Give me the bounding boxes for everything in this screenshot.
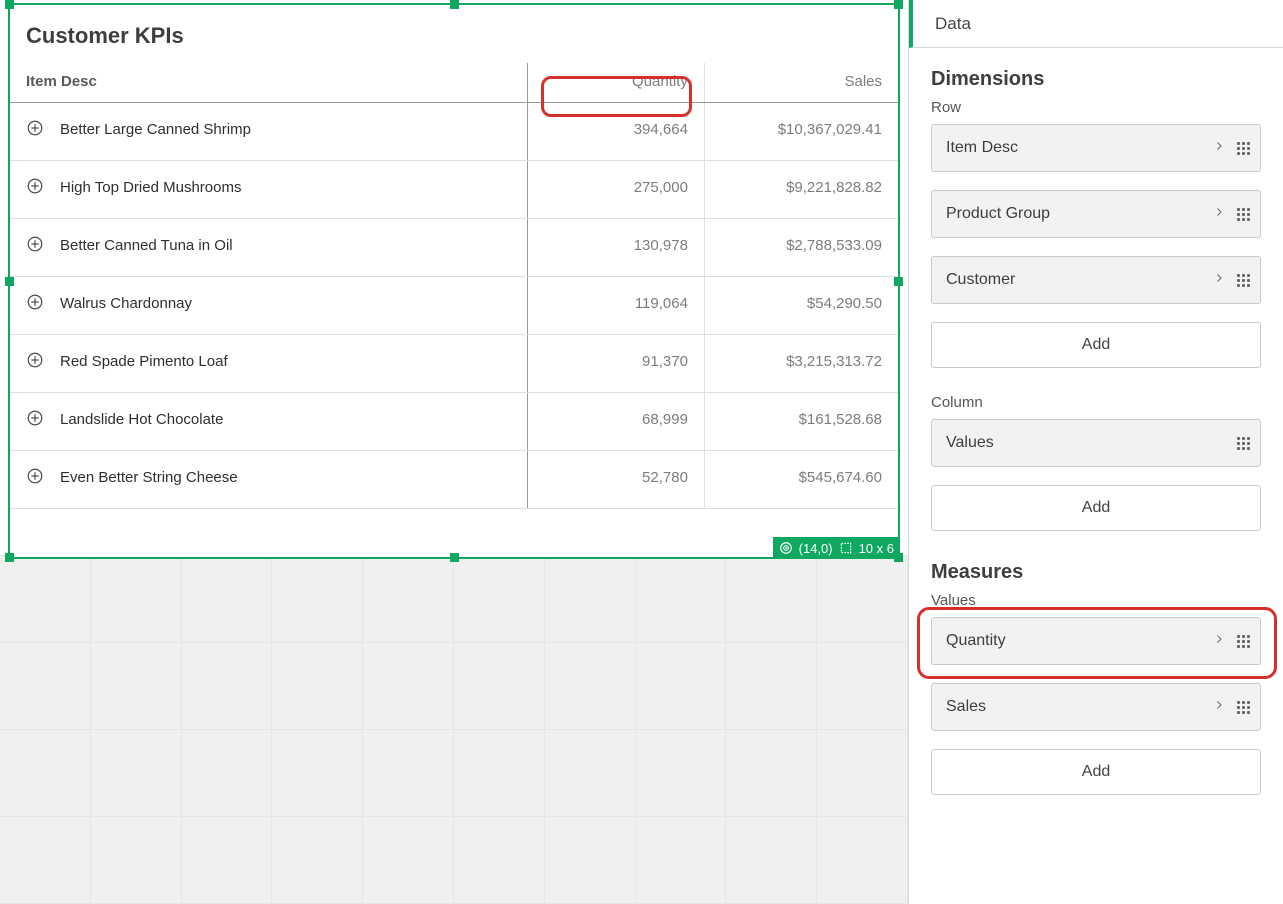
grip-icon[interactable] xyxy=(1237,701,1250,714)
plus-circle-icon[interactable] xyxy=(26,351,44,369)
properties-panel: Data Dimensions Row Item Desc Product Gro… xyxy=(908,0,1283,904)
chip-label: Product Group xyxy=(946,205,1050,223)
column-header-item[interactable]: Item Desc xyxy=(10,63,527,103)
resize-handle[interactable] xyxy=(5,553,14,562)
table-row[interactable]: Landslide Hot Chocolate68,999$161,528.68 xyxy=(10,393,898,451)
column-header-sales[interactable]: Sales xyxy=(704,63,898,103)
resize-handle[interactable] xyxy=(5,0,14,9)
tab-label: Data xyxy=(935,14,971,34)
cell-quantity: 68,999 xyxy=(527,393,704,451)
cell-sales: $2,788,533.09 xyxy=(704,219,898,277)
chip-label: Customer xyxy=(946,271,1015,289)
kpi-table: Item Desc Quantity Sales Better Large Ca… xyxy=(10,63,898,509)
resize-handle[interactable] xyxy=(450,0,459,9)
cell-item-desc[interactable]: Better Large Canned Shrimp xyxy=(10,103,527,161)
cell-sales: $545,674.60 xyxy=(704,451,898,509)
chip-label: Quantity xyxy=(946,632,1006,650)
cell-quantity: 130,978 xyxy=(527,219,704,277)
cell-item-desc[interactable]: Even Better String Cheese xyxy=(10,451,527,509)
dimensions-title: Dimensions xyxy=(931,68,1261,91)
chevron-right-icon[interactable] xyxy=(1213,698,1225,717)
kpi-object[interactable]: Customer KPIs Item Desc Quantity Sales B… xyxy=(8,3,900,559)
cell-item-desc[interactable]: High Top Dried Mushrooms xyxy=(10,161,527,219)
cell-quantity: 119,064 xyxy=(527,277,704,335)
cell-quantity: 394,664 xyxy=(527,103,704,161)
size-icon xyxy=(839,541,853,555)
object-status-bar: (14,0) 10 x 6 xyxy=(773,537,900,559)
chevron-right-icon[interactable] xyxy=(1213,139,1225,158)
cell-item-desc[interactable]: Better Canned Tuna in Oil xyxy=(10,219,527,277)
dimension-column-chip[interactable]: Values xyxy=(931,419,1261,467)
add-row-dimension-button[interactable]: Add xyxy=(931,322,1261,368)
dimension-row-chip[interactable]: Product Group xyxy=(931,190,1261,238)
cell-quantity: 52,780 xyxy=(527,451,704,509)
cell-sales: $54,290.50 xyxy=(704,277,898,335)
chip-label: Values xyxy=(946,434,994,452)
dimension-row-chip[interactable]: Item Desc xyxy=(931,124,1261,172)
status-size: 10 x 6 xyxy=(859,541,894,556)
cell-sales: $3,215,313.72 xyxy=(704,335,898,393)
resize-handle[interactable] xyxy=(894,277,903,286)
dimension-row-chip[interactable]: Customer xyxy=(931,256,1261,304)
plus-circle-icon[interactable] xyxy=(26,119,44,137)
chevron-right-icon[interactable] xyxy=(1213,271,1225,290)
plus-circle-icon[interactable] xyxy=(26,177,44,195)
chevron-right-icon[interactable] xyxy=(1213,632,1225,651)
add-measure-button[interactable]: Add xyxy=(931,749,1261,795)
target-icon xyxy=(779,541,793,555)
chip-label: Item Desc xyxy=(946,139,1018,157)
cell-sales: $10,367,029.41 xyxy=(704,103,898,161)
dimensions-row-label: Row xyxy=(931,99,1261,116)
table-row[interactable]: High Top Dried Mushrooms275,000$9,221,82… xyxy=(10,161,898,219)
grip-icon[interactable] xyxy=(1237,142,1250,155)
grip-icon[interactable] xyxy=(1237,274,1250,287)
table-row[interactable]: Red Spade Pimento Loaf91,370$3,215,313.7… xyxy=(10,335,898,393)
resize-handle[interactable] xyxy=(450,553,459,562)
chevron-right-icon[interactable] xyxy=(1213,205,1225,224)
plus-circle-icon[interactable] xyxy=(26,293,44,311)
plus-circle-icon[interactable] xyxy=(26,409,44,427)
table-row[interactable]: Better Canned Tuna in Oil130,978$2,788,5… xyxy=(10,219,898,277)
status-coords: (14,0) xyxy=(799,541,833,556)
measures-values-label: Values xyxy=(931,592,1261,609)
cell-item-desc[interactable]: Walrus Chardonnay xyxy=(10,277,527,335)
grip-icon[interactable] xyxy=(1237,208,1250,221)
measure-chip[interactable]: Quantity xyxy=(931,617,1261,665)
measures-title: Measures xyxy=(931,561,1261,584)
cell-quantity: 275,000 xyxy=(527,161,704,219)
tab-data[interactable]: Data xyxy=(909,0,1283,48)
sheet-grid xyxy=(0,555,908,904)
plus-circle-icon[interactable] xyxy=(26,235,44,253)
cell-sales: $161,528.68 xyxy=(704,393,898,451)
table-row[interactable]: Walrus Chardonnay119,064$54,290.50 xyxy=(10,277,898,335)
grip-icon[interactable] xyxy=(1237,437,1250,450)
table-row[interactable]: Better Large Canned Shrimp394,664$10,367… xyxy=(10,103,898,161)
plus-circle-icon[interactable] xyxy=(26,467,44,485)
cell-item-desc[interactable]: Red Spade Pimento Loaf xyxy=(10,335,527,393)
cell-sales: $9,221,828.82 xyxy=(704,161,898,219)
column-header-quantity[interactable]: Quantity xyxy=(527,63,704,103)
measure-chip[interactable]: Sales xyxy=(931,683,1261,731)
grip-icon[interactable] xyxy=(1237,635,1250,648)
sheet-canvas[interactable]: Customer KPIs Item Desc Quantity Sales B… xyxy=(0,0,908,904)
cell-quantity: 91,370 xyxy=(527,335,704,393)
object-title: Customer KPIs xyxy=(10,5,898,63)
dimensions-column-label: Column xyxy=(931,394,1261,411)
chip-label: Sales xyxy=(946,698,986,716)
add-column-dimension-button[interactable]: Add xyxy=(931,485,1261,531)
cell-item-desc[interactable]: Landslide Hot Chocolate xyxy=(10,393,527,451)
table-row[interactable]: Even Better String Cheese52,780$545,674.… xyxy=(10,451,898,509)
resize-handle[interactable] xyxy=(894,0,903,9)
